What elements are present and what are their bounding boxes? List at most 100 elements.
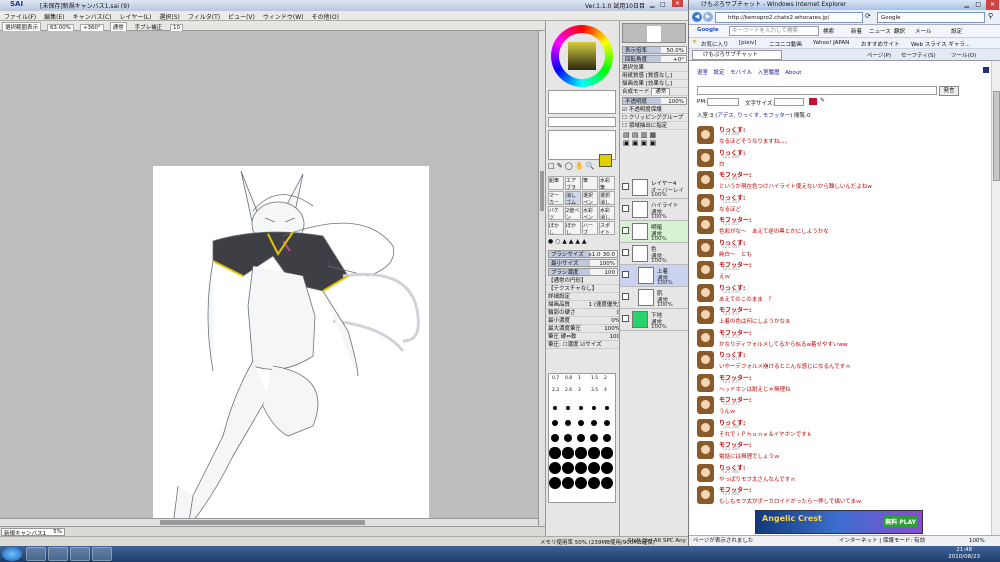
ie-search-input[interactable]: Google bbox=[877, 12, 985, 23]
google-new-button[interactable]: 新着 bbox=[851, 27, 862, 35]
taskbar-folder-icon[interactable] bbox=[48, 547, 68, 561]
ie-zoom[interactable]: 100% bbox=[969, 536, 985, 546]
nav-exit[interactable]: 退室 bbox=[697, 70, 708, 76]
protect-opacity-check[interactable]: ☑ 不透明度保護 bbox=[620, 106, 689, 114]
start-button[interactable] bbox=[2, 547, 22, 561]
selection-source-check[interactable]: ☐ 領域抽出に指定 bbox=[620, 122, 689, 130]
tool-button[interactable]: ぼかし bbox=[565, 221, 581, 235]
ie-scroll-thumb[interactable] bbox=[993, 91, 1000, 181]
ad-banner[interactable]: Angelic Crest 無料 PLAY bbox=[755, 510, 923, 534]
brush-preset-dot[interactable] bbox=[601, 462, 613, 474]
google-mail-button[interactable]: メール bbox=[915, 27, 932, 35]
text-color-swatch[interactable] bbox=[809, 98, 817, 105]
canvas-vertical-scrollbar[interactable] bbox=[538, 31, 545, 526]
layer-visibility-icon[interactable] bbox=[622, 293, 629, 300]
url-input[interactable]: http://kemopro2.chatx2.whocares.jp/ bbox=[715, 12, 863, 23]
min-size-slider[interactable]: 最小サイズ 100% bbox=[548, 259, 618, 267]
fav-item-4[interactable]: おすすめサイト bbox=[861, 40, 900, 48]
brush-size-slider[interactable]: ブラシサイズ x1.0 30.0 bbox=[548, 250, 618, 258]
brush-preset-dot[interactable] bbox=[602, 433, 612, 443]
layer-item[interactable]: ハイライト 通常 100% bbox=[620, 199, 689, 221]
tool-button[interactable]: 筆 bbox=[582, 176, 598, 190]
brush-preset-dot[interactable] bbox=[564, 419, 572, 427]
brush-texture-select[interactable]: 【テクスチャなし】 bbox=[546, 285, 620, 293]
tool-button[interactable]: 水彩消し bbox=[599, 206, 615, 220]
nav-history[interactable]: 入室履歴 bbox=[758, 70, 780, 76]
canvas-horizontal-scrollbar[interactable] bbox=[0, 518, 538, 526]
brush-preset-dot[interactable] bbox=[589, 433, 599, 443]
quality-row[interactable]: 描画品質 1 (速度優先) bbox=[546, 301, 620, 309]
forward-icon[interactable]: ▶ bbox=[703, 12, 713, 22]
edge-row[interactable]: 輪郭の硬さ 0 bbox=[546, 309, 620, 317]
picker-icon[interactable]: ✎ bbox=[820, 97, 825, 104]
brush-preset-dot[interactable] bbox=[566, 406, 570, 410]
fav-item-3[interactable]: Yahoo! JAPAN bbox=[813, 40, 849, 46]
color-scratch-pad[interactable] bbox=[548, 90, 616, 114]
document-tab[interactable]: 新規キャンバス1 5% bbox=[1, 528, 65, 537]
layer-visibility-icon[interactable] bbox=[622, 271, 629, 278]
layer-visibility-icon[interactable] bbox=[622, 227, 629, 234]
taskbar-ie-icon[interactable] bbox=[26, 547, 46, 561]
cmd-tools[interactable]: ツール(O) bbox=[951, 51, 976, 59]
density-slider[interactable]: ブラシ濃度 100 bbox=[548, 268, 618, 276]
layer-visibility-icon[interactable] bbox=[622, 183, 629, 190]
saturation-value-box[interactable] bbox=[568, 42, 596, 70]
google-translate-button[interactable]: 翻訳 bbox=[894, 27, 905, 35]
tool-button[interactable]: 選択ペン bbox=[582, 191, 598, 205]
search-icon[interactable]: ⚲ bbox=[988, 12, 993, 20]
color-wheel[interactable] bbox=[551, 25, 613, 87]
brush-preset-dot[interactable] bbox=[588, 447, 600, 459]
tool-button[interactable]: 鉛筆 bbox=[548, 176, 564, 190]
nav-about[interactable]: About bbox=[785, 70, 801, 76]
brush-preset-dot[interactable] bbox=[601, 447, 613, 459]
refresh-icon[interactable]: ⟳ bbox=[865, 12, 871, 20]
brush-preset-dot[interactable] bbox=[605, 406, 609, 410]
brush-preset-dot[interactable] bbox=[549, 462, 561, 474]
ie-close-icon[interactable]: ✕ bbox=[985, 0, 999, 10]
layer-visibility-icon[interactable] bbox=[622, 315, 629, 322]
pm-select[interactable] bbox=[707, 98, 739, 106]
cmd-safety[interactable]: セーフティ(S) bbox=[901, 51, 936, 59]
room-members[interactable]: アデス, りっくす, モフッター bbox=[717, 113, 790, 119]
canvas-paper[interactable] bbox=[153, 166, 429, 539]
layer-item[interactable]: 上着 通常 100% bbox=[620, 265, 689, 287]
brush-preset-dot[interactable] bbox=[603, 419, 611, 427]
brush-preset-dot[interactable] bbox=[549, 477, 561, 489]
brush-shape-row[interactable]: ● ○ ▲ ▲ ▲ ▲ bbox=[548, 238, 616, 246]
taskbar-sai-icon[interactable] bbox=[92, 547, 112, 561]
minimize-icon[interactable]: ▁ bbox=[650, 1, 655, 8]
clipping-check[interactable]: ☐ クリッピンググループ bbox=[620, 114, 689, 122]
color-sliders[interactable] bbox=[548, 117, 616, 127]
pressure-checks[interactable]: 筆圧: ☐濃度 ☑サイズ bbox=[546, 341, 620, 349]
navigator-preview[interactable] bbox=[622, 23, 686, 43]
font-size-select[interactable] bbox=[774, 98, 804, 106]
tool-button[interactable]: 水彩筆 bbox=[599, 176, 615, 190]
tool-button[interactable]: エアブラシ bbox=[565, 176, 581, 190]
layer-item[interactable]: レイヤー4 オーバーレイ 100% bbox=[620, 177, 689, 199]
zoom-slider[interactable]: 表示倍率 50.0% bbox=[622, 46, 687, 54]
fav-star-icon[interactable]: ★ bbox=[692, 39, 697, 45]
canvas-vscroll-thumb[interactable] bbox=[540, 171, 544, 211]
layer-visibility-icon[interactable] bbox=[622, 205, 629, 212]
ie-maximize-icon[interactable]: □ bbox=[975, 0, 981, 10]
brush-preset-dot[interactable] bbox=[588, 477, 600, 489]
detail-settings-toggle[interactable]: 詳細設定 bbox=[546, 293, 620, 301]
tool-button[interactable]: 水彩ペン bbox=[582, 206, 598, 220]
opacity-slider[interactable]: 不透明度 100% bbox=[622, 97, 687, 105]
paper-texture-row[interactable]: 用紙質感 [質感なし] bbox=[620, 72, 689, 80]
google-settings-button[interactable]: 設定 bbox=[951, 27, 962, 35]
brush-preset-dot[interactable] bbox=[563, 433, 573, 443]
draw-effect-row[interactable]: 描画効果 [効果なし] bbox=[620, 80, 689, 88]
brush-preset-dot[interactable] bbox=[575, 462, 587, 474]
brush-preset-dot[interactable] bbox=[576, 433, 586, 443]
brush-preset-dot[interactable] bbox=[575, 477, 587, 489]
brush-preset-dot[interactable] bbox=[562, 477, 574, 489]
layer-item[interactable]: 明暗 通常 100% bbox=[620, 221, 689, 243]
google-news-button[interactable]: ニュース bbox=[869, 27, 891, 35]
tool-button[interactable]: ぼかし bbox=[548, 221, 564, 235]
brush-preset-dot[interactable] bbox=[579, 406, 583, 410]
nav-settings[interactable]: 設定 bbox=[714, 70, 725, 76]
brush-preset-dot[interactable] bbox=[601, 477, 613, 489]
tool-button[interactable]: スポイト bbox=[599, 221, 615, 235]
brush-preset-dot[interactable] bbox=[592, 406, 596, 410]
